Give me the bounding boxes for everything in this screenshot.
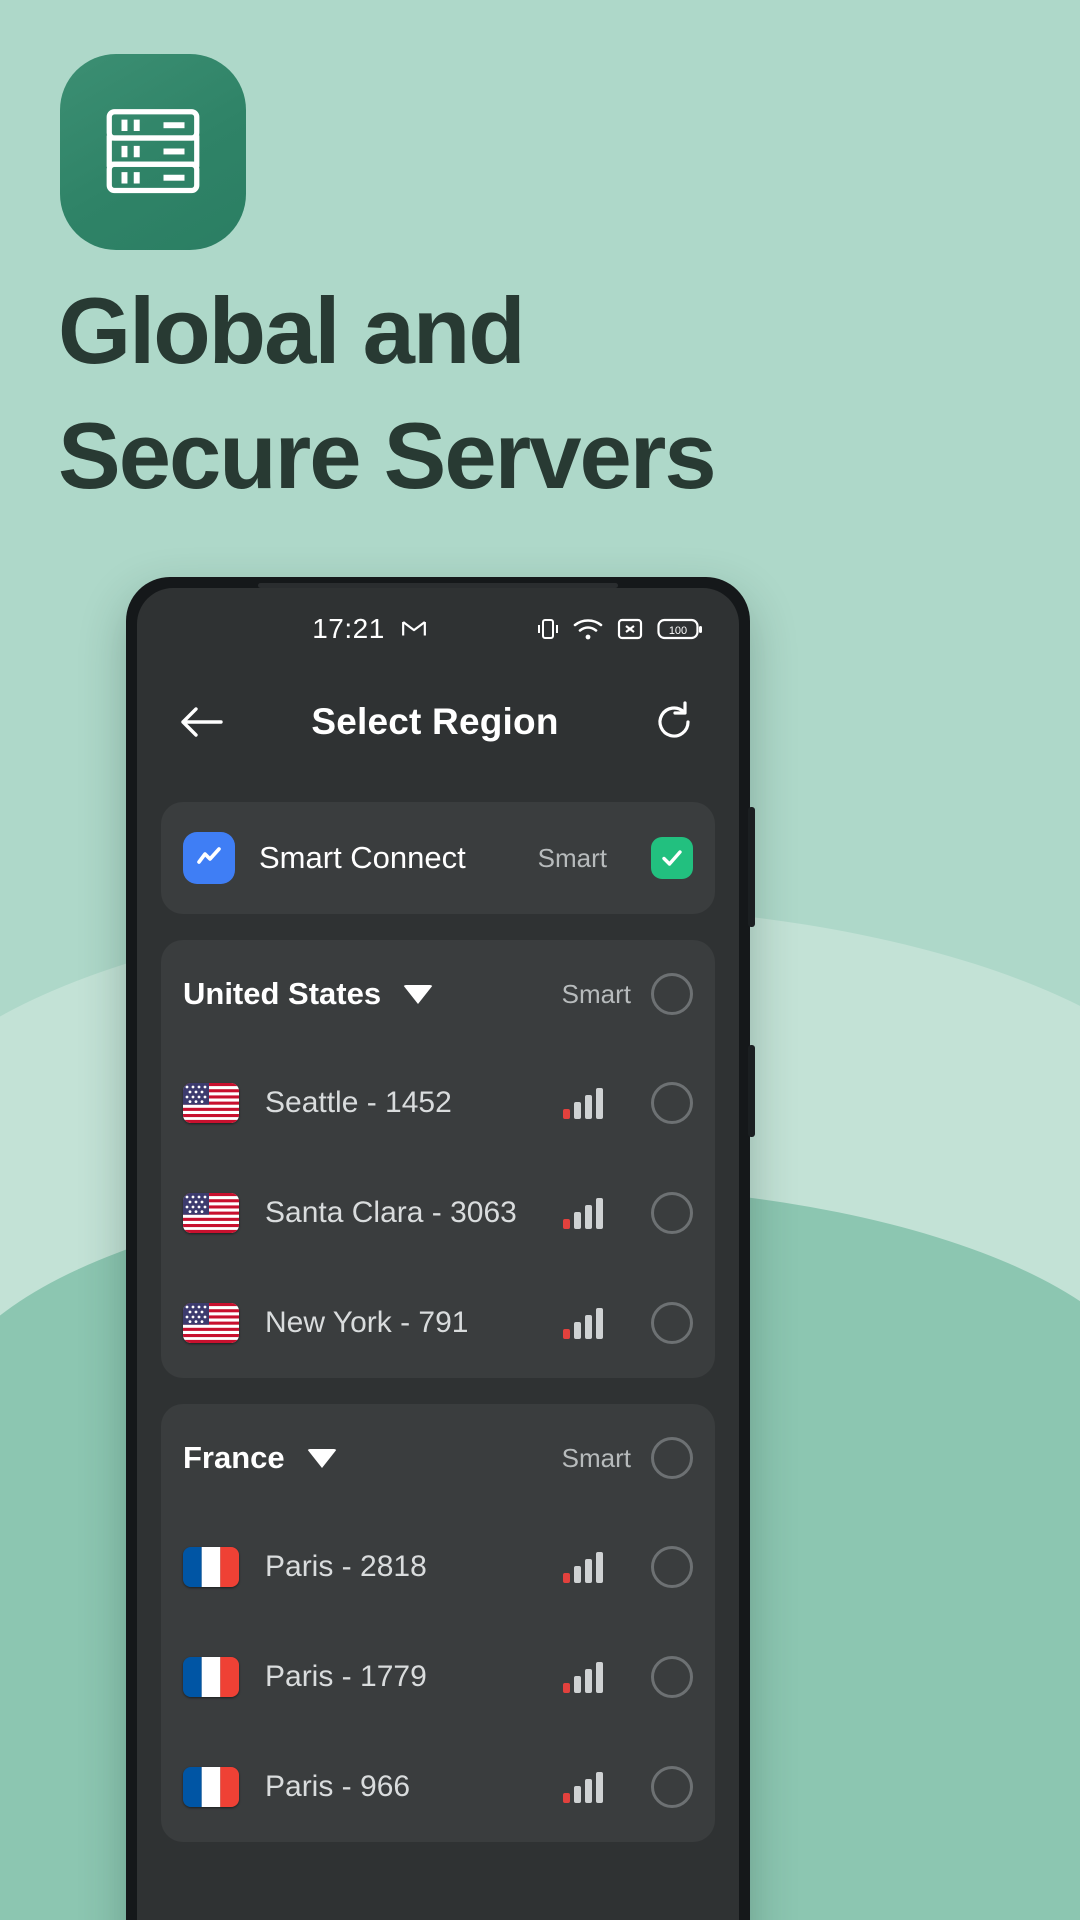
screen-title: Select Region: [311, 701, 559, 742]
signal-strength-icon: [563, 1771, 603, 1803]
server-rack-icon: [106, 109, 200, 194]
country-tag: Smart: [561, 978, 631, 1009]
server-row[interactable]: Seattle - 1452: [183, 1048, 693, 1158]
status-icons: 100: [536, 616, 703, 642]
status-bar: 17:21 100: [137, 588, 739, 670]
us-flag: [183, 1083, 239, 1123]
app-header: Select Region: [137, 670, 739, 774]
server-row[interactable]: Paris - 1779: [183, 1622, 693, 1732]
server-name: Paris - 2818: [265, 1550, 427, 1583]
server-radio[interactable]: [651, 1302, 693, 1344]
server-row[interactable]: Paris - 2818: [183, 1512, 693, 1622]
server-radio[interactable]: [651, 1656, 693, 1698]
country-card-france[interactable]: France Smart Paris - 2818 Paris - 1779 P…: [161, 1404, 715, 1842]
page-title: Global and Secure Servers: [58, 268, 1018, 518]
triangle-down-icon[interactable]: [403, 984, 434, 1004]
headline-line-1: Global and: [58, 278, 526, 383]
server-radio[interactable]: [651, 1546, 693, 1588]
gmail-icon: [401, 621, 426, 636]
smart-connect-checkbox[interactable]: [651, 837, 693, 879]
headline-line-2: Secure Servers: [58, 403, 717, 509]
server-name: Seattle - 1452: [265, 1086, 452, 1119]
arrow-left-icon: [181, 707, 223, 737]
phone-screen: 17:21 100 Select Region Smart Connect Sm…: [137, 588, 739, 1920]
country-name: United States: [183, 976, 382, 1011]
smart-connect-row[interactable]: Smart Connect Smart: [183, 802, 693, 914]
server-row[interactable]: Santa Clara - 3063: [183, 1158, 693, 1268]
signal-strength-icon: [563, 1661, 603, 1693]
country-tag: Smart: [561, 1442, 631, 1473]
phone-volume-key: [748, 807, 755, 927]
no-sim-icon: [617, 618, 643, 640]
check-icon: [662, 850, 682, 866]
triangle-down-icon[interactable]: [306, 1448, 337, 1468]
smart-connect-card[interactable]: Smart Connect Smart: [161, 802, 715, 914]
server-radio[interactable]: [651, 1192, 693, 1234]
server-row[interactable]: Paris - 966: [183, 1732, 693, 1842]
vibrate-icon: [538, 619, 558, 639]
server-name: Santa Clara - 3063: [265, 1196, 517, 1229]
fr-flag: [183, 1657, 239, 1697]
country-header[interactable]: United States Smart: [183, 940, 693, 1048]
battery-level-label: 100: [669, 625, 687, 637]
fr-flag: [183, 1767, 239, 1807]
country-name: France: [183, 1440, 285, 1475]
refresh-icon: [658, 701, 690, 738]
battery-icon: 100: [657, 618, 702, 640]
app-icon: [60, 54, 246, 250]
country-radio[interactable]: [651, 973, 693, 1015]
server-name: Paris - 1779: [265, 1660, 427, 1693]
us-flag: [183, 1303, 239, 1343]
fr-flag: [183, 1547, 239, 1587]
back-button[interactable]: [173, 693, 231, 751]
region-list[interactable]: Smart Connect Smart United States Smart: [137, 774, 739, 1842]
server-radio[interactable]: [651, 1766, 693, 1808]
smart-connect-label: Smart Connect: [259, 840, 466, 875]
country-header[interactable]: France Smart: [183, 1404, 693, 1512]
country-radio[interactable]: [651, 1437, 693, 1479]
signal-strength-icon: [563, 1197, 603, 1229]
signal-strength-icon: [563, 1551, 603, 1583]
server-radio[interactable]: [651, 1082, 693, 1124]
phone-mockup: 17:21 100 Select Region Smart Connect Sm…: [126, 577, 755, 1920]
server-name: Paris - 966: [265, 1770, 411, 1803]
signal-strength-icon: [563, 1307, 603, 1339]
server-name: New York - 791: [265, 1306, 469, 1339]
status-clock: 17:21: [312, 613, 385, 644]
signal-strength-icon: [563, 1087, 603, 1119]
pulse-icon: [183, 832, 235, 884]
server-row[interactable]: New York - 791: [183, 1268, 693, 1378]
wifi-icon: [573, 619, 603, 640]
country-card-united-states[interactable]: United States Smart Seattle - 1452 Santa…: [161, 940, 715, 1378]
refresh-button[interactable]: [645, 693, 703, 751]
phone-power-key: [748, 1045, 755, 1137]
us-flag: [183, 1193, 239, 1233]
smart-connect-tag: Smart: [537, 842, 607, 873]
